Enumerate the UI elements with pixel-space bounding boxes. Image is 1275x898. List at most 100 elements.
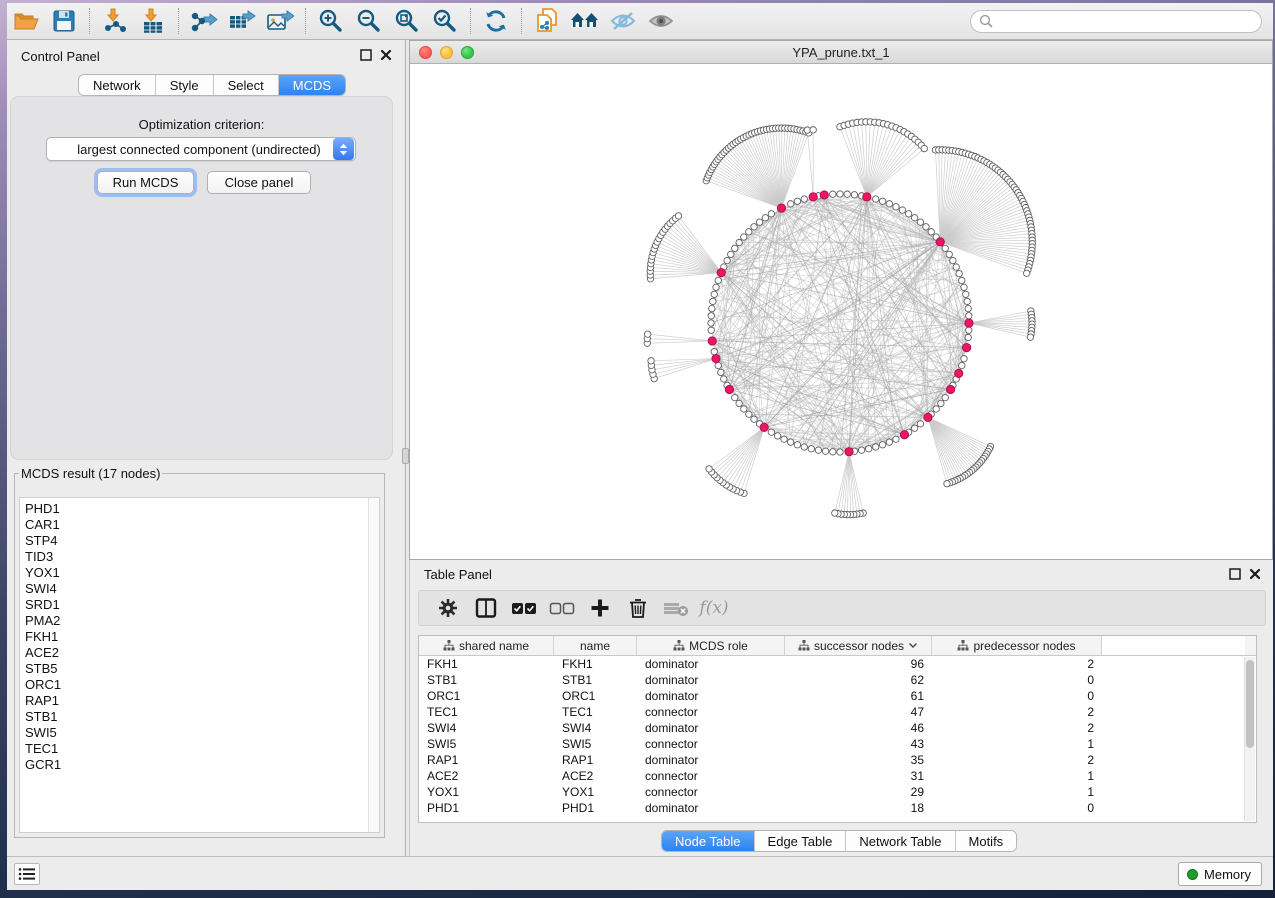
export-table-icon[interactable] — [223, 6, 261, 36]
mcds-hub-node[interactable] — [760, 423, 768, 431]
search-box[interactable] — [970, 10, 1262, 33]
table-settings-icon[interactable] — [429, 593, 467, 623]
ring-node[interactable] — [837, 449, 843, 455]
mcds-result-item[interactable]: FKH1 — [20, 629, 379, 645]
mcds-result-item[interactable]: ACE2 — [20, 645, 379, 661]
tab-network-table[interactable]: Network Table — [846, 831, 955, 851]
mcds-hub-node[interactable] — [963, 344, 971, 352]
node-table[interactable]: shared namenameMCDS rolesuccessor nodesp… — [418, 635, 1257, 823]
column-header-predecessor-nodes[interactable]: predecessor nodes — [932, 636, 1102, 655]
float-panel-icon[interactable] — [359, 48, 372, 61]
apply-layout-icon[interactable] — [477, 6, 515, 36]
mcds-result-item[interactable]: TID3 — [20, 549, 379, 565]
save-session-icon[interactable] — [45, 6, 83, 36]
criterion-select[interactable]: largest connected component (undirected) — [46, 137, 356, 161]
ring-node[interactable] — [893, 204, 899, 210]
ring-node[interactable] — [917, 219, 923, 225]
leaf-node[interactable] — [1024, 270, 1030, 276]
ring-node[interactable] — [959, 362, 965, 368]
ring-node[interactable] — [923, 224, 929, 230]
mcds-result-item[interactable]: GCR1 — [20, 757, 379, 773]
mcds-result-list[interactable]: PHD1CAR1STP4TID3YOX1SWI4SRD1PMA2FKH1ACE2… — [19, 497, 380, 833]
ring-node[interactable] — [959, 277, 965, 283]
duplicate-network-icon[interactable] — [528, 6, 566, 36]
ring-node[interactable] — [964, 298, 970, 304]
cell-successors[interactable]: 18 — [785, 800, 932, 816]
first-neighbors-icon[interactable] — [566, 6, 604, 36]
ring-node[interactable] — [886, 201, 892, 207]
float-table-panel-icon[interactable] — [1228, 567, 1241, 580]
table-row[interactable]: RAP1RAP1dominator352 — [419, 752, 1256, 768]
show-column-icon[interactable] — [467, 593, 505, 623]
tab-select[interactable]: Select — [214, 75, 279, 95]
network-window-titlebar[interactable]: YPA_prune.txt_1 — [410, 41, 1272, 64]
ring-node[interactable] — [794, 198, 800, 204]
export-network-icon[interactable] — [185, 6, 223, 36]
cell-successors[interactable]: 96 — [785, 656, 932, 672]
ring-node[interactable] — [899, 207, 905, 213]
table-row[interactable]: FKH1FKH1dominator962 — [419, 656, 1256, 672]
ring-node[interactable] — [905, 211, 911, 217]
leaf-node[interactable] — [944, 480, 950, 486]
mcds-result-item[interactable]: YOX1 — [20, 565, 379, 581]
ring-node[interactable] — [708, 327, 714, 333]
column-header-shared-name[interactable]: shared name — [419, 636, 554, 655]
mcds-result-item[interactable]: STP4 — [20, 533, 379, 549]
ring-node[interactable] — [708, 313, 714, 319]
tab-style[interactable]: Style — [156, 75, 214, 95]
table-scrollbar[interactable] — [1244, 657, 1255, 821]
ring-node[interactable] — [713, 284, 719, 290]
mcds-hub-node[interactable] — [777, 204, 785, 212]
mcds-result-item[interactable]: STB5 — [20, 661, 379, 677]
leaf-node[interactable] — [644, 331, 650, 337]
ring-node[interactable] — [879, 198, 885, 204]
leaf-node[interactable] — [810, 127, 816, 133]
mcds-result-item[interactable]: CAR1 — [20, 517, 379, 533]
select-all-icon[interactable] — [505, 593, 543, 623]
cell-predecessors[interactable]: 2 — [932, 656, 1102, 672]
cell-successors[interactable]: 46 — [785, 720, 932, 736]
mcds-hub-node[interactable] — [965, 319, 973, 327]
cell-predecessors[interactable]: 2 — [932, 720, 1102, 736]
ring-node[interactable] — [736, 400, 742, 406]
mcds-hub-node[interactable] — [845, 448, 853, 456]
cell-name[interactable]: TEC1 — [554, 704, 637, 720]
mcds-result-item[interactable]: SWI4 — [20, 581, 379, 597]
close-panel-icon[interactable] — [379, 48, 392, 61]
column-header-successor-nodes[interactable]: successor nodes — [785, 636, 932, 655]
deselect-all-icon[interactable] — [543, 593, 581, 623]
ring-node[interactable] — [768, 211, 774, 217]
ring-node[interactable] — [965, 305, 971, 311]
cell-predecessors[interactable]: 2 — [932, 752, 1102, 768]
search-input[interactable] — [994, 15, 1261, 29]
table-scrollbar-thumb[interactable] — [1246, 660, 1254, 748]
import-network-icon[interactable] — [96, 6, 134, 36]
tab-node-table[interactable]: Node Table — [662, 831, 755, 851]
show-all-icon[interactable] — [642, 6, 680, 36]
ring-node[interactable] — [822, 448, 828, 454]
ring-node[interactable] — [815, 447, 821, 453]
mcds-hub-node[interactable] — [712, 354, 720, 362]
cell-successors[interactable]: 31 — [785, 768, 932, 784]
cell-predecessors[interactable]: 1 — [932, 736, 1102, 752]
cell-role[interactable]: dominator — [637, 656, 785, 672]
close-panel-button[interactable]: Close panel — [207, 171, 311, 194]
cell-role[interactable]: connector — [637, 736, 785, 752]
cell-name[interactable]: SWI4 — [554, 720, 637, 736]
tab-motifs[interactable]: Motifs — [956, 831, 1017, 851]
cell-role[interactable]: dominator — [637, 720, 785, 736]
mcds-result-item[interactable]: SWI5 — [20, 725, 379, 741]
ring-node[interactable] — [873, 196, 879, 202]
ring-node[interactable] — [794, 442, 800, 448]
cell-shared_name[interactable]: SWI4 — [419, 720, 554, 736]
mcds-hub-node[interactable] — [809, 193, 817, 201]
tab-network[interactable]: Network — [79, 75, 156, 95]
mcds-result-item[interactable]: PMA2 — [20, 613, 379, 629]
cell-name[interactable]: YOX1 — [554, 784, 637, 800]
leaf-node[interactable] — [832, 510, 838, 516]
table-row[interactable]: ORC1ORC1dominator610 — [419, 688, 1256, 704]
cell-shared_name[interactable]: SWI5 — [419, 736, 554, 752]
mcds-result-item[interactable]: RAP1 — [20, 693, 379, 709]
cell-predecessors[interactable]: 2 — [932, 704, 1102, 720]
cell-successors[interactable]: 61 — [785, 688, 932, 704]
